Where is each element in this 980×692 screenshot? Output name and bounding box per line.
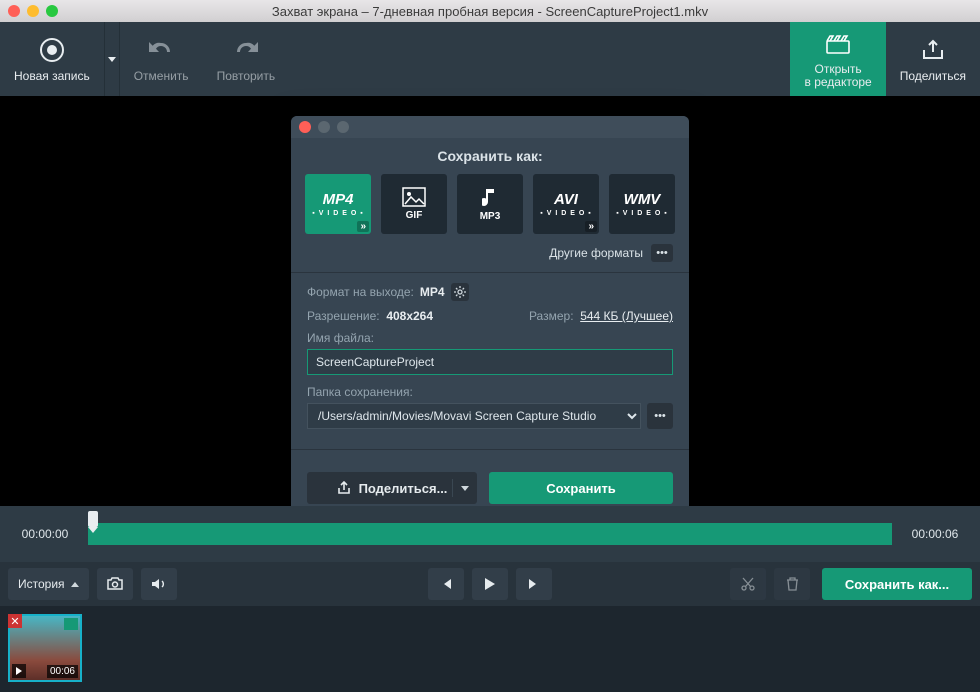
filename-input[interactable] [307,349,673,375]
playhead[interactable] [88,511,98,527]
trash-icon [786,577,799,591]
undo-label: Отменить [134,69,189,83]
format-row: MP4 ▪ V I D E O ▪ » GIF MP3 AVI ▪ V I D … [291,174,689,244]
thumb-play-icon [12,664,26,678]
timeline-track[interactable] [88,523,892,545]
format-gif[interactable]: GIF [381,174,447,234]
format-mp3[interactable]: MP3 [457,174,523,234]
share-icon [337,481,351,495]
time-end: 00:00:06 [900,527,970,541]
camera-icon [106,577,124,591]
size-label: Размер: [529,309,574,323]
redo-label: Повторить [217,69,276,83]
music-note-icon [482,187,498,209]
chevron-down-icon [452,479,469,497]
screenshot-button[interactable] [97,568,133,600]
output-format-value: MP4 [420,285,445,299]
thumbnail-strip: ✕ 00:06 [0,606,980,692]
filename-label: Имя файла: [307,331,673,345]
chevron-up-icon [71,582,79,587]
window-title: Захват экрана – 7-дневная пробная версия… [0,4,980,19]
new-record-label: Новая запись [14,69,90,83]
volume-button[interactable] [141,568,177,600]
main-toolbar: Новая запись Отменить Повторить Открытьв… [0,22,980,96]
dialog-zoom [337,121,349,133]
clapper-icon [823,29,853,59]
redo-icon [231,35,261,65]
other-formats-label: Другие форматы [549,246,643,260]
chevron-more-icon: » [357,221,369,232]
scissors-icon [741,577,755,591]
time-start: 00:00:00 [10,527,80,541]
cut-button[interactable] [730,568,766,600]
video-type-icon [64,618,78,630]
thumb-remove-button[interactable]: ✕ [8,614,22,628]
delete-button[interactable] [774,568,810,600]
record-icon [37,35,67,65]
format-mp4[interactable]: MP4 ▪ V I D E O ▪ » [305,174,371,234]
resolution-value: 408x264 [386,309,433,323]
play-button[interactable] [472,568,508,600]
folder-browse-button[interactable]: ••• [647,403,673,429]
folder-select[interactable]: /Users/admin/Movies/Movavi Screen Captur… [307,403,641,429]
dialog-minimize [318,121,330,133]
share-label: Поделиться [900,69,966,83]
redo-button[interactable]: Повторить [203,22,290,96]
chevron-more-icon: » [585,221,597,232]
prev-button[interactable] [428,568,464,600]
dialog-share-button[interactable]: Поделиться... [307,472,477,504]
thumb-duration: 00:06 [47,665,78,678]
resolution-label: Разрешение: [307,309,380,323]
dialog-titlebar [291,116,689,138]
controls-bar: История Сохранить как... [0,562,980,606]
window-titlebar: Захват экрана – 7-дневная пробная версия… [0,0,980,22]
other-formats-button[interactable]: ••• [651,244,673,262]
dialog-save-button[interactable]: Сохранить [489,472,673,504]
next-button[interactable] [516,568,552,600]
clip-thumbnail[interactable]: ✕ 00:06 [8,614,82,682]
save-as-button[interactable]: Сохранить как... [822,568,972,600]
share-button[interactable]: Поделиться [886,22,980,96]
format-avi[interactable]: AVI ▪ V I D E O ▪ » [533,174,599,234]
dialog-close[interactable] [299,121,311,133]
format-wmv[interactable]: WMV ▪ V I D E O ▪ [609,174,675,234]
speaker-icon [151,577,167,591]
timeline-bar: 00:00:00 00:00:06 [0,506,980,562]
open-editor-l1: Открыть [815,62,862,76]
open-editor-l2: в редакторе [804,75,871,89]
history-button[interactable]: История [8,568,89,600]
new-record-dropdown[interactable] [104,22,120,96]
save-dialog: Сохранить как: MP4 ▪ V I D E O ▪ » GIF M… [291,116,689,520]
undo-icon [146,35,176,65]
folder-label: Папка сохранения: [307,385,673,399]
image-icon [402,187,426,207]
undo-button[interactable]: Отменить [120,22,203,96]
open-editor-button[interactable]: Открытьв редакторе [790,22,885,96]
dialog-title: Сохранить как: [291,138,689,174]
output-format-label: Формат на выходе: [307,285,414,299]
skip-forward-icon [527,577,541,591]
skip-back-icon [439,577,453,591]
size-link[interactable]: 544 КБ (Лучшее) [580,309,673,323]
new-record-button[interactable]: Новая запись [0,22,104,96]
share-icon [918,35,948,65]
format-settings-button[interactable] [451,283,469,301]
gear-icon [454,286,466,298]
play-icon [484,577,496,591]
